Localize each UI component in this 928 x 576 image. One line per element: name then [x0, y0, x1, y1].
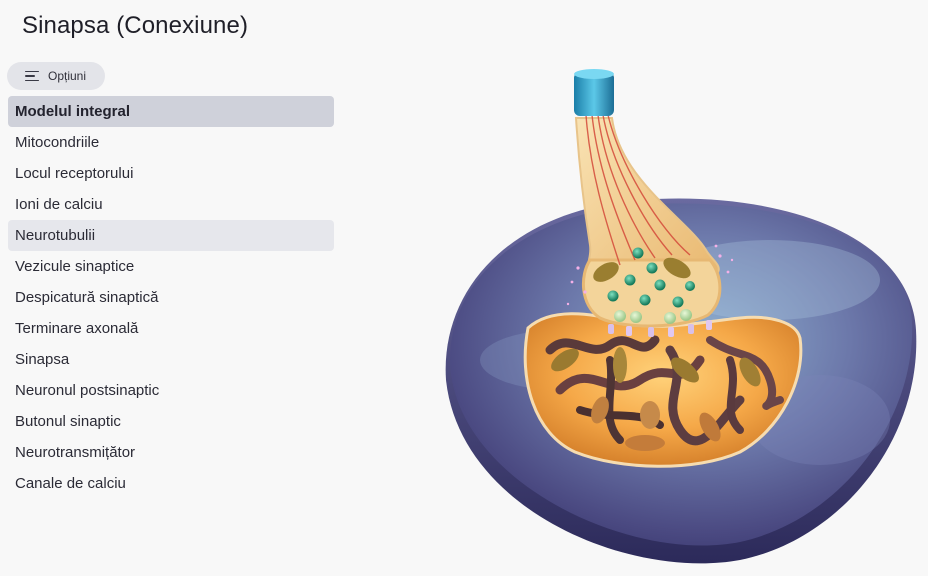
- synapse-3d-viewport[interactable]: [440, 60, 928, 576]
- menu-item-neuronul-postsinaptic[interactable]: Neuronul postsinaptic: [8, 375, 334, 406]
- part-menu: Modelul integral Mitocondriile Locul rec…: [8, 96, 334, 499]
- menu-item-modelul-integral[interactable]: Modelul integral: [8, 96, 334, 127]
- menu-item-terminare-axonala[interactable]: Terminare axonală: [8, 313, 334, 344]
- menu-item-sinapsa[interactable]: Sinapsa: [8, 344, 334, 375]
- menu-item-vezicule-sinaptice[interactable]: Vezicule sinaptice: [8, 251, 334, 282]
- synapse-model[interactable]: [440, 60, 928, 576]
- menu-item-neurotransmitator[interactable]: Neurotransmițător: [8, 437, 334, 468]
- menu-item-butonul-sinaptic[interactable]: Butonul sinaptic: [8, 406, 334, 437]
- menu-item-neurotubulii[interactable]: Neurotubulii: [8, 220, 334, 251]
- menu-item-despicatura-sinaptica[interactable]: Despicatură sinaptică: [8, 282, 334, 313]
- page-title: Sinapsa (Conexiune): [22, 12, 249, 39]
- menu-item-canale-de-calciu[interactable]: Canale de calciu: [8, 468, 334, 499]
- menu-item-locul-receptorului[interactable]: Locul receptorului: [8, 158, 334, 189]
- options-label: Opțiuni: [48, 69, 87, 83]
- menu-lines-icon: [25, 70, 39, 82]
- menu-item-mitocondriile[interactable]: Mitocondriile: [8, 127, 334, 158]
- options-button[interactable]: Opțiuni: [7, 62, 105, 90]
- axon-terminal[interactable]: [574, 69, 722, 328]
- menu-item-ioni-de-calciu[interactable]: Ioni de calciu: [8, 189, 334, 220]
- app-window: Sinapsa (Conexiune) Opțiuni Modelul inte…: [0, 0, 928, 576]
